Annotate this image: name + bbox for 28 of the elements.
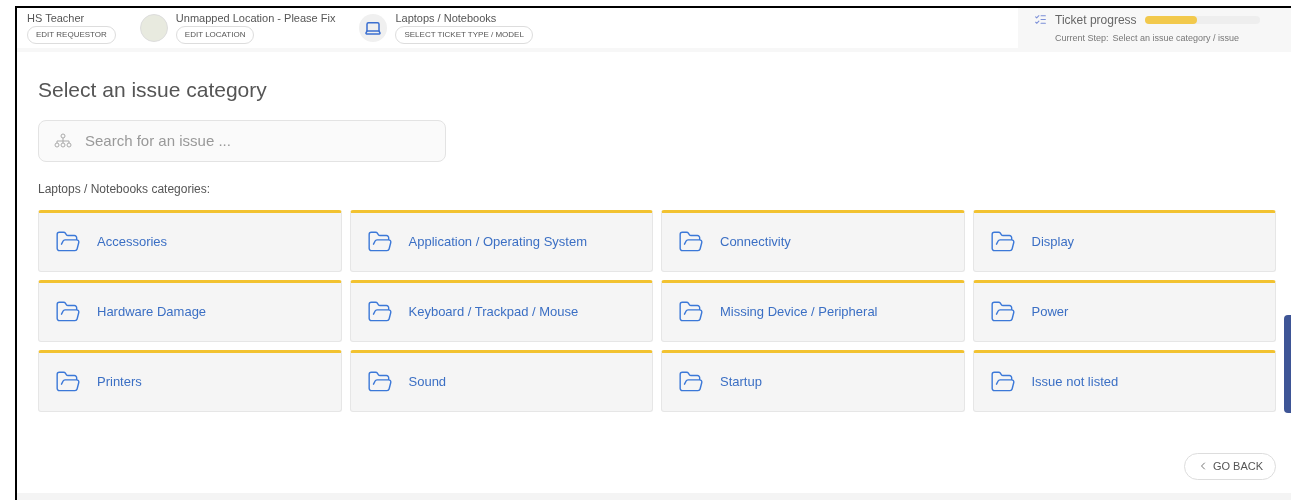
progress-title: Ticket progress (1055, 11, 1137, 29)
category-tile[interactable]: Display (972, 209, 1276, 272)
step-value: Select an issue category / issue (1112, 31, 1240, 45)
category-tile[interactable]: Connectivity (661, 209, 965, 272)
breadcrumb-button[interactable]: EDIT LOCATION (175, 26, 255, 44)
breadcrumb-button[interactable]: EDIT REQUESTOR (27, 26, 116, 44)
breadcrumb-title: Unmapped Location - Please Fix (175, 12, 336, 24)
category-tile[interactable]: Printers (38, 349, 342, 412)
category-tile[interactable]: Accessories (38, 209, 342, 272)
category-tile[interactable]: Issue not listed (972, 349, 1276, 412)
category-tile[interactable]: Power (972, 279, 1276, 342)
breadcrumb-title: HS Teacher (27, 12, 85, 24)
page-heading: Select an issue category (38, 77, 268, 103)
category-tile[interactable]: Keyboard / Trackpad / Mouse (349, 279, 653, 342)
category-tile[interactable]: Startup (661, 349, 965, 412)
category-tile[interactable]: Application / Operating System (349, 209, 653, 272)
breadcrumb-button[interactable]: SELECT TICKET TYPE / MODEL (395, 26, 533, 44)
category-tile[interactable]: Missing Device / Peripheral (661, 279, 965, 342)
step-label: Current Step: (1055, 31, 1109, 45)
category-tile[interactable]: Sound (349, 349, 653, 412)
go-back-button[interactable]: GO BACK (1183, 452, 1276, 480)
checklist-icon (1034, 13, 1047, 27)
breadcrumb-title: Laptops / Notebooks (395, 12, 497, 24)
category-tile[interactable]: Hardware Damage (38, 279, 342, 342)
categories-label: Laptops / Notebooks categories: (38, 180, 212, 198)
search-field[interactable]: Search for an issue ... (38, 119, 446, 162)
side-tab[interactable] (1284, 315, 1291, 413)
laptop-icon (359, 14, 388, 42)
